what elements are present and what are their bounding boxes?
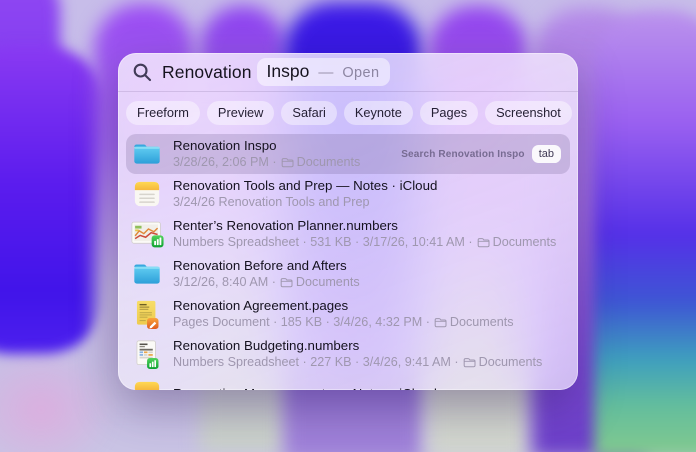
result-location-label: Documents	[296, 275, 360, 291]
result-meta: Pages Document · 185 KB · 3/4/26, 4:32 P…	[173, 315, 430, 331]
result-meta: 3/12/26, 8:40 AM ·	[173, 275, 276, 291]
result-title: Renter’s Renovation Planner.numbers	[173, 217, 556, 234]
search-suggestion-pill[interactable]: Inspo — Open	[257, 58, 391, 86]
result-icon	[130, 300, 164, 329]
result-title: Renovation Tools and Prep — Notes · iClo…	[173, 177, 437, 194]
results-list: Renovation Inspo 3/28/26, 2:06 PM · Docu…	[118, 131, 578, 390]
result-meta: Numbers Spreadsheet · 531 KB · 3/17/26, …	[173, 235, 473, 251]
search-icon	[133, 63, 152, 82]
filter-pill[interactable]: Keynote	[344, 101, 413, 125]
folder-glyph-icon	[463, 357, 476, 368]
result-location: Documents	[280, 275, 360, 291]
result-location: Documents	[477, 235, 557, 251]
result-location-label: Documents	[479, 355, 543, 371]
result-row[interactable]: Renovation Before and Afters 3/12/26, 8:…	[126, 254, 570, 294]
result-text: Renovation Tools and Prep — Notes · iClo…	[173, 177, 437, 210]
result-title: Renovation Budgeting.numbers	[173, 337, 542, 354]
result-location-label: Documents	[493, 235, 557, 251]
filter-bar: Freeform Preview Safari Keynote Pages Screens…	[118, 92, 578, 131]
result-row[interactable]: Renovation Budgeting.numbers Numbers Spr…	[126, 334, 570, 374]
result-hint: Search Renovation Inspo tab	[401, 145, 561, 163]
result-row[interactable]: Renovation Tools and Prep — Notes · iClo…	[126, 174, 570, 214]
result-icon	[130, 143, 164, 165]
filter-pill-label: Screenshot	[496, 105, 561, 120]
search-query-typed: Renovation	[162, 62, 252, 83]
result-subtitle: Numbers Spreadsheet · 227 KB · 3/4/26, 9…	[173, 355, 542, 371]
result-location-label: Documents	[297, 155, 361, 171]
result-subtitle: Numbers Spreadsheet · 531 KB · 3/17/26, …	[173, 235, 556, 251]
filter-pill-label: Safari	[292, 105, 325, 120]
result-meta: 3/28/26, 2:06 PM ·	[173, 155, 277, 171]
result-text: Renovation Before and Afters 3/12/26, 8:…	[173, 257, 360, 290]
filter-pill-label: Pages	[431, 105, 467, 120]
result-subtitle: 3/12/26, 8:40 AM · Documents	[173, 275, 360, 291]
filter-pill[interactable]: Screenshot	[485, 101, 572, 125]
result-row[interactable]: Renovation Measurements — Notes · iCloud	[126, 374, 570, 390]
filter-pill[interactable]: Freeform	[126, 101, 200, 125]
result-icon	[130, 263, 164, 285]
result-icon	[130, 340, 164, 369]
result-meta: Numbers Spreadsheet · 227 KB · 3/4/26, 9…	[173, 355, 459, 371]
result-subtitle: 3/24/26 Renovation Tools and Prep	[173, 195, 437, 211]
result-icon	[130, 381, 164, 390]
result-text: Renovation Inspo 3/28/26, 2:06 PM · Docu…	[173, 137, 360, 170]
result-text: Renovation Measurements — Notes · iCloud	[173, 385, 437, 390]
result-text: Renovation Agreement.pages Pages Documen…	[173, 297, 514, 330]
filter-pill-label: Preview	[218, 105, 264, 120]
filter-pill[interactable]: Pages	[420, 101, 478, 125]
search-input[interactable]: Renovation Inspo — Open	[162, 58, 390, 86]
folder-glyph-icon	[281, 157, 294, 168]
folder-glyph-icon	[434, 317, 447, 328]
result-meta: 3/24/26 Renovation Tools and Prep	[173, 195, 370, 211]
filter-pill[interactable]: Safari	[281, 101, 336, 125]
result-row[interactable]: Renovation Agreement.pages Pages Documen…	[126, 294, 570, 334]
result-row[interactable]: Renovation Inspo 3/28/26, 2:06 PM · Docu…	[126, 134, 570, 174]
result-row[interactable]: Renter’s Renovation Planner.numbers Numb…	[126, 214, 570, 254]
folder-glyph-icon	[477, 237, 490, 248]
folder-glyph-icon	[280, 277, 293, 288]
result-title: Renovation Agreement.pages	[173, 297, 514, 314]
result-subtitle: 3/28/26, 2:06 PM · Documents	[173, 155, 360, 171]
desktop: Renovation Inspo — Open Freeform Preview S…	[0, 0, 696, 452]
result-location-label: Documents	[450, 315, 514, 331]
result-title: Renovation Measurements — Notes · iCloud	[173, 385, 437, 390]
filter-pill-label: Keynote	[355, 105, 402, 120]
tab-key-badge[interactable]: tab	[532, 145, 561, 163]
spotlight-panel: Renovation Inspo — Open Freeform Preview S…	[118, 53, 578, 390]
search-bar[interactable]: Renovation Inspo — Open	[118, 53, 578, 91]
suggestion-separator: —	[318, 64, 333, 81]
search-hint-label: Search Renovation Inspo	[401, 149, 524, 160]
result-text: Renovation Budgeting.numbers Numbers Spr…	[173, 337, 542, 370]
suggestion-action-label: Open	[342, 65, 379, 81]
result-text: Renter’s Renovation Planner.numbers Numb…	[173, 217, 556, 250]
result-title: Renovation Before and Afters	[173, 257, 360, 274]
result-subtitle: Pages Document · 185 KB · 3/4/26, 4:32 P…	[173, 315, 514, 331]
result-icon	[130, 181, 164, 207]
result-icon	[130, 221, 164, 248]
filter-pill-label: Freeform	[137, 105, 189, 120]
result-location: Documents	[463, 355, 543, 371]
result-location: Documents	[434, 315, 514, 331]
search-query-completion: Inspo	[267, 61, 310, 82]
result-title: Renovation Inspo	[173, 137, 360, 154]
filter-pill[interactable]: Preview	[207, 101, 275, 125]
result-location: Documents	[281, 155, 361, 171]
